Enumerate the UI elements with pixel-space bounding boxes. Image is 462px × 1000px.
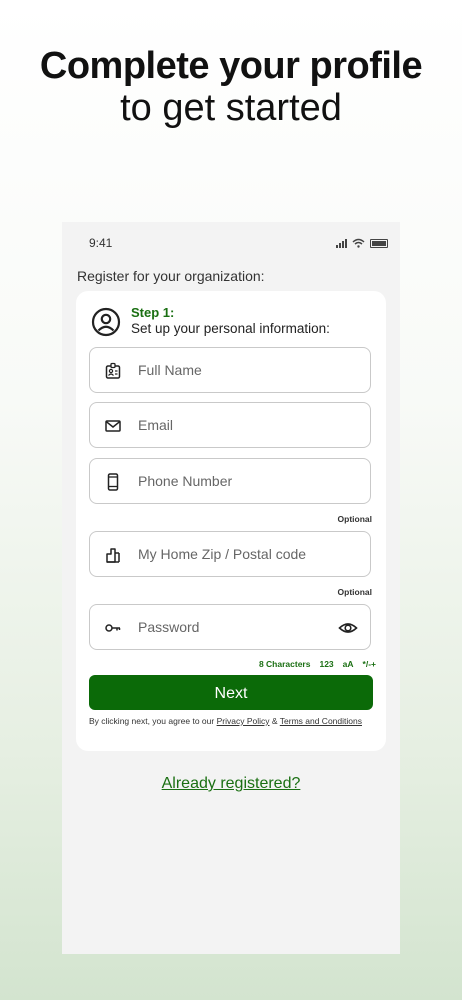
phone-screen: 9:41 Register for your organization: Ste… xyxy=(62,222,400,954)
step-header: Step 1: Set up your personal information… xyxy=(91,305,376,337)
status-bar: 9:41 xyxy=(89,236,388,250)
step-description: Set up your personal information: xyxy=(131,321,330,336)
email-placeholder: Email xyxy=(138,417,174,433)
next-button[interactable]: Next xyxy=(89,675,373,710)
password-placeholder: Password xyxy=(138,619,200,635)
full-name-field[interactable]: Full Name xyxy=(89,347,371,393)
password-requirements: 8 Characters 123 aA */-+ xyxy=(259,659,376,669)
already-registered-link[interactable]: Already registered? xyxy=(62,775,400,793)
full-name-placeholder: Full Name xyxy=(138,362,202,378)
register-label: Register for your organization: xyxy=(77,268,265,284)
id-badge-icon xyxy=(105,362,121,379)
status-time: 9:41 xyxy=(89,236,113,250)
hero-title: Complete your profile xyxy=(39,45,423,87)
mail-icon xyxy=(105,420,121,432)
registration-card: Step 1: Set up your personal information… xyxy=(76,291,386,751)
key-icon xyxy=(105,624,121,632)
phone-placeholder: Phone Number xyxy=(138,473,233,489)
signal-icon xyxy=(336,238,347,248)
privacy-policy-link[interactable]: Privacy Policy xyxy=(217,716,270,726)
hint-length: 8 Characters xyxy=(258,659,311,669)
password-field[interactable]: Password xyxy=(89,604,371,650)
hero: Complete your profile to get started xyxy=(0,44,462,128)
home-icon xyxy=(106,548,120,563)
eye-icon[interactable] xyxy=(338,619,358,637)
phone-optional-label: Optional xyxy=(337,514,372,524)
hint-case: aA xyxy=(342,659,354,669)
phone-icon xyxy=(107,473,119,491)
zip-field[interactable]: My Home Zip / Postal code xyxy=(89,531,371,577)
phone-field[interactable]: Phone Number xyxy=(89,458,371,504)
email-field[interactable]: Email xyxy=(89,402,371,448)
hint-symbols: */-+ xyxy=(362,659,376,669)
hero-subtitle: to get started xyxy=(120,87,342,129)
zip-optional-label: Optional xyxy=(337,587,372,597)
battery-icon xyxy=(370,238,388,248)
zip-placeholder: My Home Zip / Postal code xyxy=(138,546,307,562)
wifi-icon xyxy=(352,238,365,248)
terms-link[interactable]: Terms and Conditions xyxy=(280,716,362,726)
user-circle-icon xyxy=(91,307,121,337)
step-title: Step 1: xyxy=(131,305,175,320)
hint-numbers: 123 xyxy=(319,659,334,669)
terms-text: By clicking next, you agree to our Priva… xyxy=(89,716,362,726)
